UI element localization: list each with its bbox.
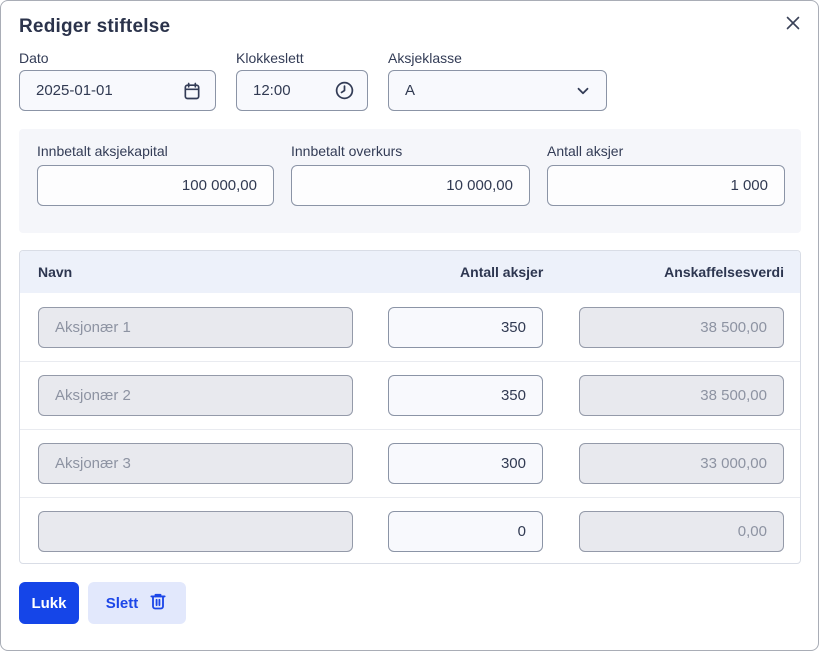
paid-capital-input[interactable] — [38, 166, 273, 205]
close-icon — [785, 15, 801, 34]
shareholder-name-input — [38, 375, 353, 416]
shareholder-cost-input — [579, 443, 784, 484]
header-name: Navn — [38, 264, 354, 280]
date-label: Dato — [19, 50, 49, 66]
summary-section: Innbetalt aksjekapital Innbetalt overkur… — [19, 129, 801, 233]
shareholder-shares-input[interactable] — [388, 307, 543, 348]
paid-capital-label: Innbetalt aksjekapital — [37, 143, 168, 159]
delete-button[interactable]: Slett — [88, 582, 186, 624]
share-class-select[interactable]: A — [388, 70, 607, 111]
time-label: Klokkeslett — [236, 50, 304, 66]
close-dialog-label: Lukk — [31, 595, 66, 612]
trash-icon — [148, 591, 168, 615]
paid-premium-input[interactable] — [292, 166, 529, 205]
date-input[interactable] — [20, 82, 181, 99]
shareholder-cost-input — [579, 511, 784, 552]
shareholder-shares-input[interactable] — [388, 375, 543, 416]
shareholders-table: Navn Antall aksjer Anskaffelsesverdi — [19, 250, 801, 564]
shareholder-cost-input — [579, 307, 784, 348]
edit-founding-dialog: Rediger stiftelse Dato Klokkeslett Aksje… — [0, 0, 819, 651]
time-input[interactable] — [237, 82, 333, 99]
paid-premium-label: Innbetalt overkurs — [291, 143, 402, 159]
time-field — [236, 70, 368, 111]
calendar-icon[interactable] — [181, 80, 203, 102]
date-field — [19, 70, 216, 111]
table-row — [20, 361, 800, 429]
table-header-row: Navn Antall aksjer Anskaffelsesverdi — [20, 251, 800, 293]
shareholder-name-input — [38, 307, 353, 348]
header-shares: Antall aksjer — [389, 264, 544, 280]
share-class-label: Aksjeklasse — [388, 50, 462, 66]
paid-premium-field — [291, 165, 530, 206]
share-count-field — [547, 165, 785, 206]
share-count-label: Antall aksjer — [547, 143, 623, 159]
share-class-value: A — [389, 82, 572, 99]
shareholder-name-input — [38, 511, 353, 552]
dialog-actions: Lukk Slett — [19, 582, 186, 624]
paid-capital-field — [37, 165, 274, 206]
table-row — [20, 429, 800, 497]
close-dialog-button[interactable]: Lukk — [19, 582, 79, 624]
shareholder-name-input — [38, 443, 353, 484]
table-row — [20, 293, 800, 361]
clock-icon[interactable] — [333, 80, 355, 102]
chevron-down-icon — [572, 80, 594, 102]
delete-label: Slett — [106, 595, 139, 612]
shareholder-cost-input — [579, 375, 784, 416]
header-cost: Anskaffelsesverdi — [579, 264, 784, 280]
dialog-title: Rediger stiftelse — [19, 16, 170, 38]
table-row — [20, 497, 800, 565]
share-count-input[interactable] — [548, 166, 784, 205]
shareholder-shares-input[interactable] — [388, 443, 543, 484]
shareholder-shares-input[interactable] — [388, 511, 543, 552]
close-button[interactable] — [782, 13, 804, 35]
